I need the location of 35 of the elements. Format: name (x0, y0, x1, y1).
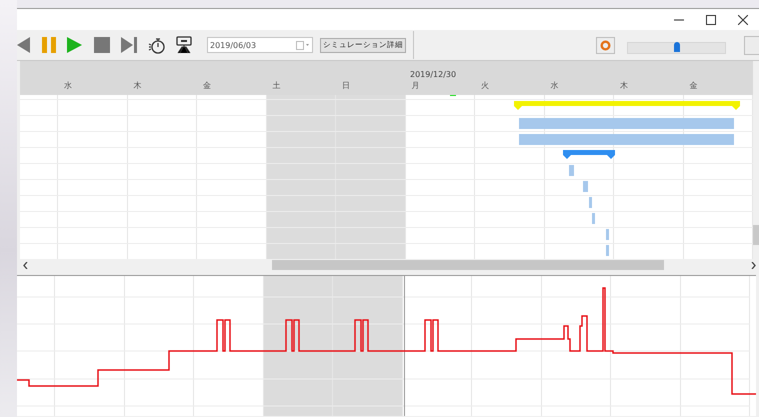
scroll-left-icon[interactable] (23, 262, 28, 268)
date-field[interactable]: 2019/06/03 (207, 37, 313, 53)
task-bar (592, 213, 595, 224)
horizontal-scrollbar[interactable] (20, 259, 759, 271)
header-date: 2019/12/30 (410, 70, 456, 79)
slider-thumb[interactable] (674, 42, 680, 52)
skip-end-icon[interactable] (121, 37, 137, 53)
task-bar (583, 181, 588, 192)
calendar-dropdown-icon[interactable] (296, 40, 310, 50)
day-label: 木 (620, 81, 628, 90)
day-label: 日 (342, 81, 350, 90)
zoom-slider[interactable] (627, 42, 726, 54)
day-label: 金 (690, 81, 698, 90)
pause-icon[interactable] (42, 37, 57, 53)
stopwatch-icon[interactable] (148, 36, 166, 54)
summary-bar (563, 150, 615, 159)
projector-icon[interactable] (175, 36, 193, 54)
day-label: 金 (203, 81, 211, 90)
day-label: 月 (412, 81, 420, 90)
refresh-icon (600, 40, 611, 50)
day-label: 木 (134, 81, 142, 90)
day-label: 水 (64, 81, 72, 90)
refresh-button[interactable] (596, 36, 615, 54)
task-bar (606, 229, 609, 240)
day-label: 土 (272, 81, 280, 90)
task-bar (606, 245, 609, 256)
task-bar (569, 165, 574, 176)
play-icon[interactable] (67, 37, 82, 53)
day-label: 火 (481, 81, 489, 90)
maximize-icon[interactable] (706, 14, 716, 24)
day-label: 水 (550, 81, 558, 90)
scroll-right-icon[interactable] (751, 262, 756, 268)
task-bar (589, 197, 592, 208)
close-icon[interactable] (738, 14, 748, 24)
step-back-icon[interactable] (17, 37, 30, 53)
